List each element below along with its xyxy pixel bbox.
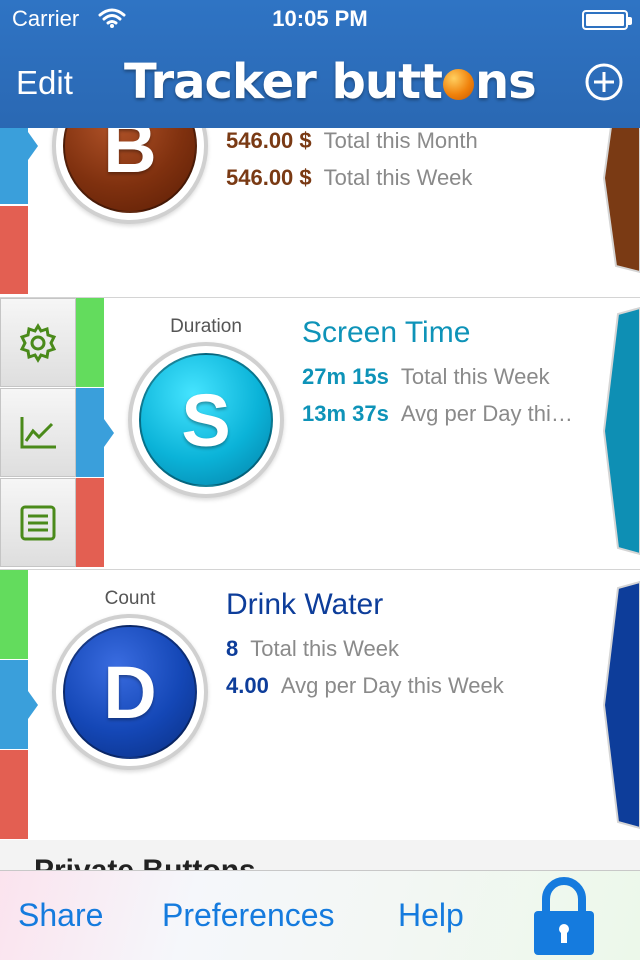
- stat-line: 546.00 $ Total this Week: [226, 165, 473, 190]
- tracker-list[interactable]: B 546.00 $ Total this Month 546.00 $ Total…: [0, 128, 640, 870]
- app-title-part1: Tracker butt: [124, 54, 443, 110]
- increment-tab[interactable]: [602, 580, 640, 830]
- settings-button[interactable]: [0, 298, 76, 387]
- stat-line: 27m 15s Total this Week: [302, 364, 550, 389]
- app-title-part2: ns: [474, 54, 537, 110]
- preferences-button[interactable]: Preferences: [162, 897, 335, 934]
- gear-icon: [19, 322, 57, 363]
- tracker-title: Drink Water: [226, 588, 384, 621]
- orange-dot-icon: [442, 69, 474, 100]
- share-button[interactable]: Share: [18, 897, 103, 934]
- navigation-bar: Carrier 10:05 PM Edit Tracker butt ns: [0, 0, 640, 128]
- stat-line: 13m 37s Avg per Day thi…: [302, 401, 573, 426]
- tracker-button-d[interactable]: D: [52, 614, 208, 770]
- notes-button[interactable]: [0, 478, 76, 567]
- tracker-row-b[interactable]: B 546.00 $ Total this Month 546.00 $ Total…: [0, 128, 640, 298]
- tracker-kind: Duration: [170, 316, 242, 337]
- tracker-row-drink-water[interactable]: Count D Drink Water 8 Total this Week 4.0…: [0, 570, 640, 842]
- tracker-letter: B: [63, 128, 197, 213]
- tracker-kind: Count: [104, 588, 156, 609]
- list-icon: [20, 505, 56, 540]
- tracker-letter: D: [63, 625, 197, 759]
- stat-line: 4.00 Avg per Day this Week: [226, 673, 504, 698]
- chart-button[interactable]: [0, 388, 76, 477]
- tracker-button-b[interactable]: B: [52, 128, 208, 224]
- bottom-toolbar: Share Preferences Help: [0, 870, 640, 960]
- tracker-letter: S: [139, 353, 273, 487]
- lock-icon[interactable]: [530, 877, 598, 957]
- settings-tab[interactable]: [0, 570, 28, 659]
- notes-tab[interactable]: [0, 750, 28, 839]
- chart-tab[interactable]: [76, 388, 114, 477]
- status-time: 10:05 PM: [272, 6, 368, 31]
- edit-button[interactable]: Edit: [16, 64, 73, 102]
- stat-line: 546.00 $ Total this Month: [226, 128, 478, 153]
- app-title: Tracker butt ns: [124, 54, 537, 110]
- settings-tab[interactable]: [76, 298, 104, 387]
- help-button[interactable]: Help: [398, 897, 464, 934]
- tracker-title: Screen Time: [302, 316, 471, 349]
- increment-tab[interactable]: [602, 128, 640, 274]
- tracker-button-s[interactable]: S: [128, 342, 284, 498]
- stat-line: 8 Total this Week: [226, 636, 400, 661]
- add-icon[interactable]: [584, 62, 624, 102]
- notes-tab[interactable]: [76, 478, 104, 567]
- line-chart-icon: [20, 416, 56, 448]
- chart-tab[interactable]: [0, 660, 38, 749]
- chart-tab[interactable]: [0, 128, 38, 204]
- tracker-row-screen-time[interactable]: Duration S Screen Time 27m 15s Total this…: [0, 298, 640, 570]
- increment-tab[interactable]: [602, 306, 640, 556]
- battery-icon: [582, 10, 632, 30]
- notes-tab[interactable]: [0, 206, 28, 294]
